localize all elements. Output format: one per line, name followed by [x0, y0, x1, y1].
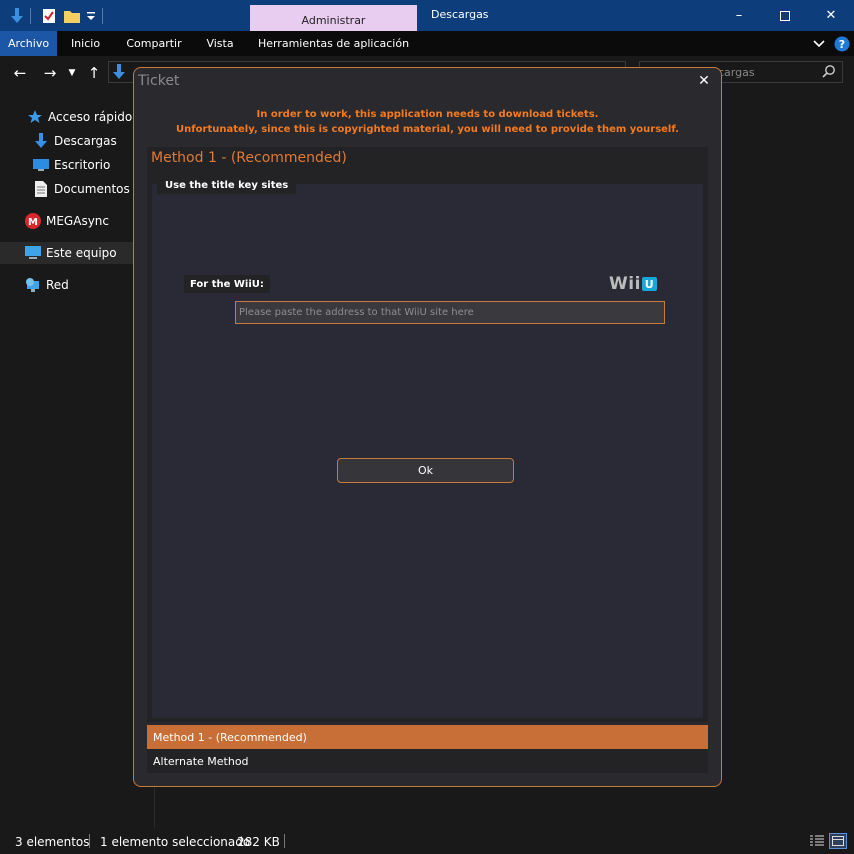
- group-label: Use the title key sites: [157, 176, 297, 194]
- dialog-title: Ticket: [138, 73, 180, 89]
- forward-button[interactable]: →: [39, 62, 61, 84]
- close-icon: ✕: [698, 73, 710, 89]
- large-icons-view-icon: [832, 836, 844, 846]
- list-item-method-1[interactable]: Method 1 - (Recommended): [147, 725, 708, 749]
- close-window-button[interactable]: ✕: [808, 0, 854, 31]
- up-button[interactable]: ↑: [83, 62, 105, 84]
- search-icon: [822, 65, 835, 78]
- maximize-icon: [780, 10, 790, 21]
- minimize-icon: –: [735, 8, 743, 23]
- download-icon: [113, 64, 125, 79]
- chevron-down-icon: ▼: [68, 68, 76, 78]
- computer-icon: [24, 244, 42, 262]
- tab-archivo[interactable]: Archivo: [0, 31, 57, 56]
- title-bar: Administrar Descargas – ✕: [0, 0, 854, 31]
- contextual-tab-administrar[interactable]: Administrar: [250, 5, 417, 31]
- title-key-groupbox: Use the title key sites For the WiiU: Wi…: [152, 176, 703, 718]
- chevron-down-icon: [813, 40, 825, 48]
- wiiu-label: For the WiiU:: [184, 275, 270, 293]
- sidebar-item-acceso-rapido[interactable]: Acceso rápido: [0, 106, 154, 128]
- sidebar-item-este-equipo[interactable]: Este equipo: [0, 242, 154, 264]
- quick-access-separator: [100, 6, 104, 26]
- selection-count: 1 elemento seleccionado: [100, 835, 251, 849]
- mega-icon: M: [24, 212, 42, 230]
- close-icon: ✕: [825, 8, 837, 23]
- large-icons-view-button[interactable]: [829, 833, 847, 849]
- download-icon: [32, 132, 50, 150]
- sidebar-item-megasync[interactable]: M MEGAsync: [0, 210, 154, 232]
- document-icon: [32, 180, 50, 198]
- sidebar-item-descargas[interactable]: Descargas: [0, 130, 154, 152]
- sidebar-item-label: MEGAsync: [46, 214, 109, 228]
- status-separator: [284, 834, 285, 848]
- arrow-right-icon: →: [43, 64, 57, 82]
- ok-button[interactable]: Ok: [337, 458, 514, 483]
- sidebar-item-documentos[interactable]: Documentos: [0, 178, 154, 200]
- tab-inicio[interactable]: Inicio: [57, 31, 114, 56]
- svg-text:M: M: [28, 217, 38, 228]
- properties-checklist-icon[interactable]: [40, 6, 58, 26]
- sidebar-item-red[interactable]: Red: [0, 274, 154, 296]
- list-item-alternate-method[interactable]: Alternate Method: [147, 749, 708, 773]
- wiiu-logo-icon: Wii U: [609, 274, 657, 294]
- minimize-button[interactable]: –: [716, 0, 762, 31]
- expand-ribbon-button[interactable]: [810, 34, 828, 54]
- item-count: 3 elementos: [15, 835, 90, 849]
- details-view-icon: [810, 835, 824, 846]
- notice-line-2: Unfortunately, since this is copyrighted…: [176, 124, 679, 135]
- star-icon: [26, 108, 44, 126]
- selection-size: 282 KB: [237, 835, 280, 849]
- sidebar-item-label: Acceso rápido: [48, 110, 133, 124]
- sidebar-item-label: Descargas: [54, 134, 117, 148]
- quick-access-separator: [29, 6, 31, 26]
- desktop-icon: [32, 156, 50, 174]
- method-panel: Method 1 - (Recommended) Use the title k…: [147, 147, 708, 722]
- navigation-pane: Acceso rápido Descargas Escritorio Docum…: [0, 90, 155, 828]
- status-bar: 3 elementos 1 elemento seleccionado 282 …: [0, 828, 854, 854]
- status-separator: [89, 834, 90, 848]
- sidebar-item-label: Escritorio: [54, 158, 111, 172]
- wiiu-logo-u: U: [641, 277, 657, 291]
- details-view-button[interactable]: [808, 833, 826, 849]
- method-header: Method 1 - (Recommended): [151, 150, 347, 166]
- ticket-dialog: Ticket ✕ In order to work, this applicat…: [133, 67, 722, 787]
- tab-herramientas-de-aplicacion[interactable]: Herramientas de aplicación: [250, 31, 417, 56]
- method-selector-list: Method 1 - (Recommended) Alternate Metho…: [147, 725, 708, 773]
- help-button[interactable]: ?: [832, 34, 852, 54]
- notice-line-1: In order to work, this application needs…: [256, 109, 599, 120]
- ribbon-tabs: Archivo Inicio Compartir Vista Herramien…: [0, 31, 854, 56]
- recent-locations-button[interactable]: ▼: [63, 62, 81, 84]
- back-button[interactable]: ←: [9, 62, 31, 84]
- sidebar-item-escritorio[interactable]: Escritorio: [0, 154, 154, 176]
- tab-vista[interactable]: Vista: [194, 31, 246, 56]
- svg-text:?: ?: [839, 38, 845, 51]
- wiiu-logo-text: Wii: [609, 274, 641, 294]
- search-placeholder: cargas: [718, 66, 755, 79]
- maximize-button[interactable]: [762, 0, 808, 31]
- new-folder-icon[interactable]: [63, 6, 81, 26]
- sidebar-item-label: Documentos: [54, 182, 130, 196]
- arrow-left-icon: ←: [13, 64, 27, 82]
- window-title: Descargas: [431, 8, 489, 21]
- tab-compartir[interactable]: Compartir: [114, 31, 194, 56]
- sidebar-item-label: Red: [46, 278, 69, 292]
- network-icon: [24, 276, 42, 294]
- download-arrow-icon[interactable]: [8, 6, 26, 26]
- sidebar-item-label: Este equipo: [46, 246, 117, 260]
- help-icon: ?: [834, 36, 850, 52]
- dialog-close-button[interactable]: ✕: [695, 72, 713, 90]
- wiiu-site-address-input[interactable]: [235, 301, 665, 324]
- customize-dropdown-icon[interactable]: [84, 6, 98, 26]
- arrow-up-icon: ↑: [87, 64, 101, 82]
